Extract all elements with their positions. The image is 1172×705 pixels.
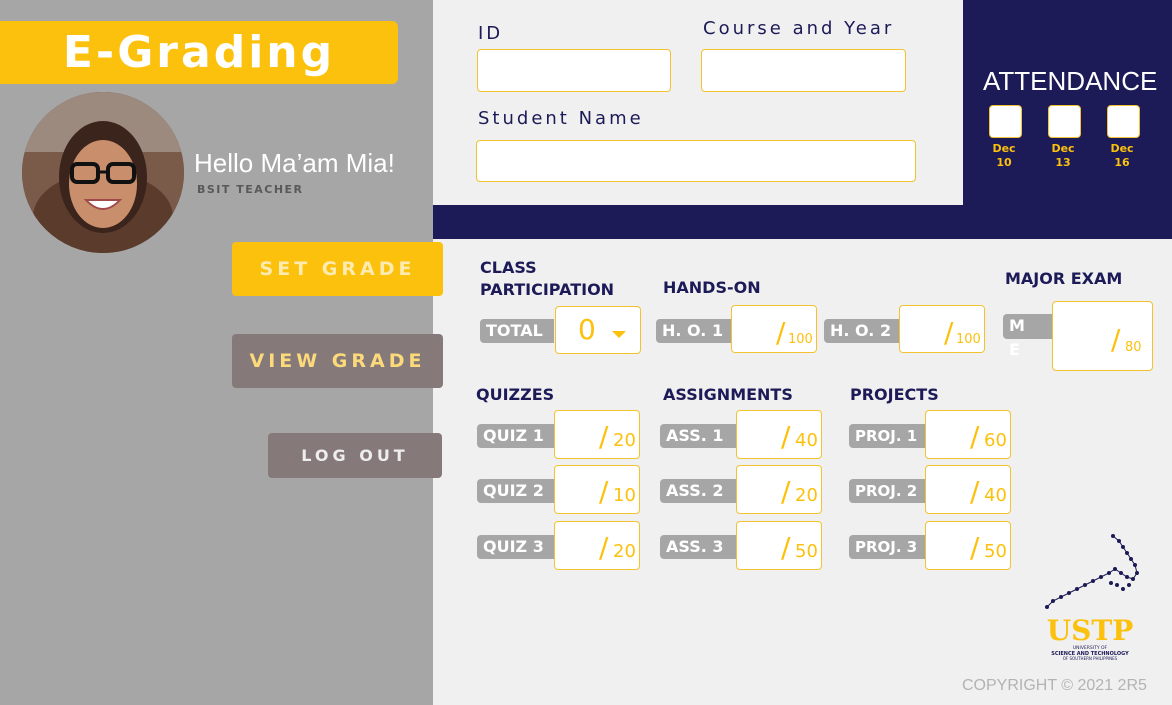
total-value: 0 [578,313,596,346]
attendance-date-dec-10: Dec 10 [984,142,1024,170]
attendance-date-dec-16: Dec 16 [1102,142,1142,170]
ustp-logo-text: USTP [1047,614,1134,647]
title-line: PARTICIPATION [480,280,615,299]
proj2-score-input[interactable]: / 40 [925,465,1011,514]
total-dropdown[interactable]: 0 [555,306,641,354]
ho2-max: 100 [956,332,981,347]
ass2-tag: ASS. 2 [660,479,736,503]
slash-glyph: / [776,316,786,349]
ass1-score-input[interactable]: / 40 [736,410,822,459]
date-day: 16 [1114,156,1130,169]
ustp-logo-mark: USTP UNIVERSITY OF SCIENCE AND TECHNOLOG… [1045,534,1139,661]
student-name-field[interactable] [476,140,916,182]
course-year-field[interactable] [701,49,906,92]
attendance-panel [963,0,1172,205]
quiz3-max: 20 [613,541,636,562]
slash-glyph: / [970,420,980,453]
major-exam-tag: M E [1003,314,1052,359]
date-day: 10 [996,156,1012,169]
ustp-logo-caption: OF SOUTHERN PHILIPPINES [1063,656,1118,661]
slash-glyph: / [599,475,609,508]
title-line: CLASS [480,258,537,277]
slash-glyph: / [599,531,609,564]
slash-glyph: / [781,420,791,453]
quiz2-tag: QUIZ 2 [477,479,554,503]
attendance-title: ATTENDANCE [983,66,1158,96]
quizzes-title: QUIZZES [476,385,555,404]
date-day: 13 [1055,156,1071,169]
proj1-tag: PROJ. 1 [849,424,925,448]
logout-button[interactable]: LOG OUT [268,433,442,478]
assignments-title: ASSIGNMENTS [663,385,793,404]
ho1-tag: H. O. 1 [656,319,731,343]
proj2-tag: PROJ. 2 [849,479,925,503]
ho2-score-input[interactable]: / 100 [899,305,985,353]
ass2-max: 20 [795,485,818,506]
quiz3-score-input[interactable]: / 20 [554,521,640,570]
proj2-max: 40 [984,485,1007,506]
ass3-max: 50 [795,541,818,562]
avatar-image [22,92,184,253]
slash-glyph: / [781,531,791,564]
quiz1-score-input[interactable]: / 20 [554,410,640,459]
ass1-max: 40 [795,430,818,451]
date-month: Dec [992,142,1016,155]
proj1-score-input[interactable]: / 60 [925,410,1011,459]
slash-glyph: / [970,475,980,508]
quiz3-tag: QUIZ 3 [477,535,554,559]
ho1-score-input[interactable]: / 100 [731,305,817,353]
attendance-checkbox-dec-10[interactable] [989,105,1022,138]
proj3-score-input[interactable]: / 50 [925,521,1011,570]
hands-on-title: HANDS-ON [663,278,761,297]
ustp-logo: USTP UNIVERSITY OF SCIENCE AND TECHNOLOG… [1035,533,1145,663]
attendance-date-dec-13: Dec 13 [1043,142,1083,170]
attendance-checkbox-dec-16[interactable] [1107,105,1140,138]
greeting: Hello Ma’am Mia! [194,148,395,178]
user-role: BSIT TEACHER [197,183,304,196]
major-exam-max: 80 [1125,340,1142,355]
id-field[interactable] [477,49,671,92]
slash-glyph: / [944,316,954,349]
slash-glyph: / [1111,323,1121,356]
quiz1-max: 20 [613,430,636,451]
copyright: COPYRIGHT © 2021 2R5 [962,677,1147,694]
quiz2-max: 10 [613,485,636,506]
major-exam-score-input[interactable]: / 80 [1052,301,1153,371]
slash-glyph: / [781,475,791,508]
slash-glyph: / [970,531,980,564]
quiz2-score-input[interactable]: / 10 [554,465,640,514]
ho2-tag: H. O. 2 [824,319,899,343]
set-grade-button[interactable]: SET GRADE [232,242,443,296]
proj3-tag: PROJ. 3 [849,535,925,559]
avatar [22,92,184,253]
chevron-down-icon[interactable] [612,331,626,338]
class-participation-title: CLASS PARTICIPATION [480,257,614,301]
app-brand: E-Grading [0,21,398,84]
course-year-label: Course and Year [703,18,895,39]
id-label: ID [478,23,504,44]
ass1-tag: ASS. 1 [660,424,736,448]
date-month: Dec [1051,142,1075,155]
ass3-score-input[interactable]: / 50 [736,521,822,570]
total-tag: TOTAL [480,319,554,343]
proj1-max: 60 [984,430,1007,451]
attendance-checkbox-dec-13[interactable] [1048,105,1081,138]
quiz1-tag: QUIZ 1 [477,424,554,448]
proj3-max: 50 [984,541,1007,562]
ass3-tag: ASS. 3 [660,535,736,559]
header-divider [433,205,1172,239]
student-name-label: Student Name [478,108,644,129]
ass2-score-input[interactable]: / 20 [736,465,822,514]
ho1-max: 100 [788,332,813,347]
date-month: Dec [1110,142,1134,155]
projects-title: PROJECTS [850,385,939,404]
slash-glyph: / [599,420,609,453]
view-grade-button[interactable]: VIEW GRADE [232,334,443,388]
major-exam-title: MAJOR EXAM [1005,269,1123,288]
